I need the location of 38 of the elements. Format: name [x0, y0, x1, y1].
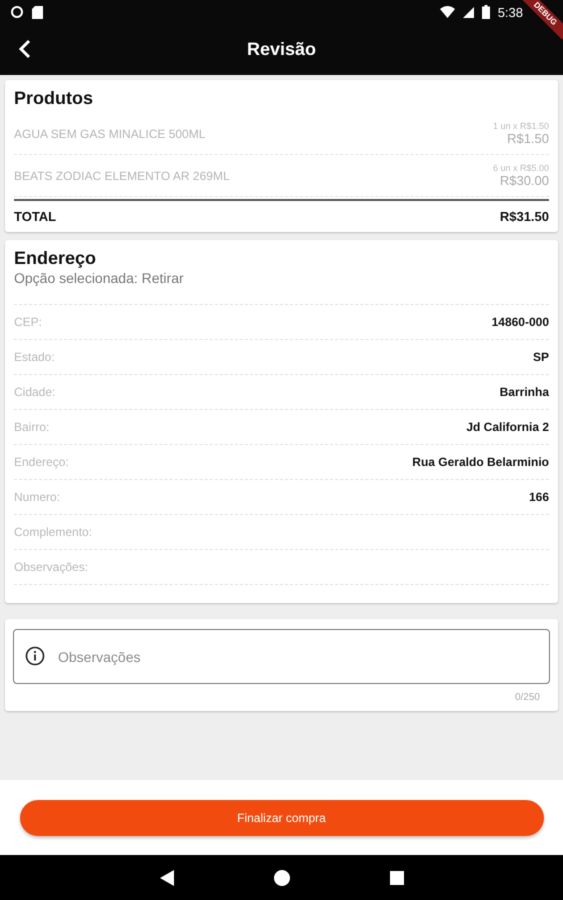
product-name: BEATS ZODIAC ELEMENTO AR 269ML — [14, 168, 230, 182]
field-label: Estado: — [14, 350, 55, 364]
total-label: TOTAL — [14, 209, 56, 224]
recents-icon[interactable] — [390, 870, 404, 884]
signal-icon — [462, 6, 474, 18]
unit-price: 1 un x R$1.50 — [492, 121, 549, 131]
unit-price: 6 un x R$5.00 — [492, 163, 549, 173]
back-nav-icon[interactable] — [160, 870, 174, 886]
field-label: Numero: — [14, 490, 60, 504]
field-value: 14860-000 — [492, 315, 549, 329]
product-price: R$30.00 — [500, 173, 549, 188]
product-price: R$1.50 — [507, 131, 549, 146]
home-icon[interactable] — [274, 870, 290, 886]
field-label: Observações: — [14, 560, 88, 574]
field-value: Barrinha — [500, 385, 549, 399]
record-icon — [10, 5, 24, 19]
notes-field[interactable]: Observações — [13, 629, 550, 684]
field-value: 166 — [528, 490, 549, 504]
screen-title: Revisão — [246, 39, 318, 60]
field-label: CEP: — [14, 315, 42, 329]
info-icon — [25, 646, 45, 666]
wifi-icon — [440, 6, 455, 18]
field-label: Cidade: — [14, 385, 56, 399]
section-title: Produtos — [14, 88, 94, 109]
section-title: Endereço — [14, 248, 98, 269]
field-value: Rua Geraldo Belarminio — [412, 455, 549, 469]
field-label: Endereço: — [14, 455, 69, 469]
field-value: Jd California 2 — [466, 420, 549, 434]
field-value: SP — [532, 350, 549, 364]
product-name: AGUA SEM GAS MINALICE 500ML — [14, 126, 206, 140]
field-label: Complemento: — [14, 525, 92, 539]
sd-card-icon — [32, 6, 43, 18]
delivery-option: Opção selecionada: Retirar — [14, 270, 549, 305]
character-counter: 0/250 — [514, 692, 541, 703]
battery-icon — [482, 5, 490, 19]
total-value: R$31.50 — [500, 209, 549, 224]
checkout-button[interactable]: Finalizar compra — [20, 800, 544, 836]
field-label: Bairro: — [14, 420, 50, 434]
